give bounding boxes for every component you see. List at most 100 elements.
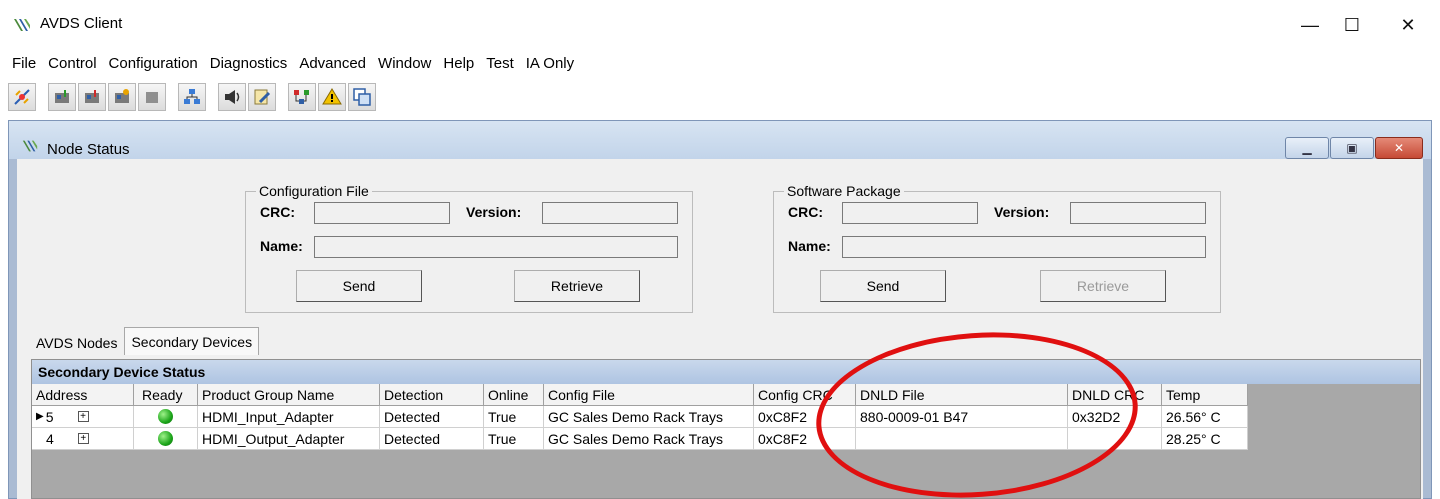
row-config-file: GC Sales Demo Rack Trays — [544, 428, 754, 450]
menu-bar: File Control Configuration Diagnostics A… — [0, 50, 1440, 76]
menu-advanced[interactable]: Advanced — [299, 55, 366, 72]
node-status-title-bar: Node Status ▁ ▣ ✕ — [9, 121, 1431, 159]
column-header-product-group-name[interactable]: Product Group Name — [198, 384, 380, 406]
row-address-cell: ▶ 5 + — [32, 406, 134, 428]
tab-secondary-devices[interactable]: Secondary Devices — [124, 327, 260, 355]
row-product-group: HDMI_Input_Adapter — [198, 406, 380, 428]
expand-icon[interactable]: + — [77, 411, 89, 422]
row-address: 5 — [45, 408, 54, 425]
network-icon — [184, 89, 200, 104]
software-retrieve-button[interactable]: Retrieve — [1040, 270, 1166, 302]
node-download-button[interactable] — [48, 83, 76, 111]
network-button[interactable] — [178, 83, 206, 111]
column-header-online[interactable]: Online — [484, 384, 544, 406]
row-ready-cell — [134, 428, 198, 450]
row-temp: 28.25° C — [1162, 428, 1248, 450]
edit-document-icon — [254, 89, 271, 105]
software-version-label: Version: — [994, 204, 1050, 220]
speaker-button[interactable] — [218, 83, 246, 111]
config-crc-field[interactable] — [314, 202, 450, 224]
menu-test[interactable]: Test — [486, 55, 514, 72]
mdi-controls: ▁ ▣ ✕ — [1285, 137, 1424, 159]
connect-icon — [14, 89, 30, 105]
edit-document-button[interactable] — [248, 83, 276, 111]
device-tree-button[interactable] — [288, 83, 316, 111]
node-download-icon — [55, 90, 69, 103]
software-name-field[interactable] — [842, 236, 1206, 258]
software-crc-label: CRC: — [788, 204, 823, 220]
warning-icon — [322, 88, 342, 105]
maximize-button[interactable]: ☐ — [1332, 8, 1372, 42]
window-copy-button[interactable] — [348, 83, 376, 111]
row-detection: Detected — [380, 428, 484, 450]
node-upload-icon — [85, 90, 99, 103]
title-bar: AVDS Client — ☐ ✕ — [0, 0, 1440, 50]
node-status-title: Node Status — [47, 141, 130, 158]
minimize-button[interactable]: — — [1290, 8, 1330, 42]
window-copy-icon — [353, 88, 371, 106]
software-send-button[interactable]: Send — [820, 270, 946, 302]
warning-button[interactable] — [318, 83, 346, 111]
config-name-label: Name: — [260, 238, 303, 254]
close-button[interactable]: ✕ — [1388, 8, 1428, 42]
column-header-ready[interactable]: Ready — [134, 384, 198, 406]
connect-button[interactable] — [8, 83, 36, 111]
column-header-detection[interactable]: Detection — [380, 384, 484, 406]
row-product-group: HDMI_Output_Adapter — [198, 428, 380, 450]
avds-logo-icon — [22, 140, 38, 152]
column-header-config-file[interactable]: Config File — [544, 384, 754, 406]
node-config-button[interactable] — [108, 83, 136, 111]
row-address-cell: 4 + — [32, 428, 134, 450]
menu-ia-only[interactable]: IA Only — [526, 55, 574, 72]
mdi-close-button[interactable]: ✕ — [1375, 137, 1423, 159]
menu-help[interactable]: Help — [443, 55, 474, 72]
config-version-field[interactable] — [542, 202, 678, 224]
column-header-temp[interactable]: Temp — [1162, 384, 1248, 406]
config-name-field[interactable] — [314, 236, 678, 258]
node-upload-button[interactable] — [78, 83, 106, 111]
config-version-label: Version: — [466, 204, 522, 220]
row-online: True — [484, 428, 544, 450]
column-header-address[interactable]: Address — [32, 384, 134, 406]
row-address: 4 — [46, 430, 54, 447]
ready-status-led-icon — [158, 431, 173, 446]
row-temp: 26.56° C — [1162, 406, 1248, 428]
avds-logo-icon — [14, 19, 30, 31]
software-package-legend: Software Package — [784, 183, 904, 199]
speaker-icon — [225, 90, 240, 104]
menu-configuration[interactable]: Configuration — [109, 55, 198, 72]
software-name-label: Name: — [788, 238, 831, 254]
ready-status-led-icon — [158, 409, 173, 424]
config-send-button[interactable]: Send — [296, 270, 422, 302]
node-disabled-button[interactable] — [138, 83, 166, 111]
menu-control[interactable]: Control — [48, 55, 96, 72]
configuration-file-legend: Configuration File — [256, 183, 372, 199]
config-crc-label: CRC: — [260, 204, 295, 220]
device-tree-icon — [294, 90, 309, 104]
node-status-client-area: Configuration File CRC: Version: Name: S… — [17, 159, 1423, 499]
mdi-minimize-button[interactable]: ▁ — [1285, 137, 1329, 159]
tab-strip: AVDS Nodes Secondary Devices — [29, 327, 260, 355]
row-detection: Detected — [380, 406, 484, 428]
node-config-icon — [115, 89, 129, 103]
software-version-field[interactable] — [1070, 202, 1206, 224]
software-crc-field[interactable] — [842, 202, 978, 224]
node-status-window: Node Status ▁ ▣ ✕ Configuration File CRC… — [8, 120, 1432, 499]
config-retrieve-button[interactable]: Retrieve — [514, 270, 640, 302]
menu-window[interactable]: Window — [378, 55, 431, 72]
node-disabled-icon — [146, 92, 158, 103]
tab-avds-nodes[interactable]: AVDS Nodes — [29, 331, 124, 355]
toolbar — [8, 80, 378, 114]
row-selector-icon: ▶ — [36, 411, 44, 422]
row-config-file: GC Sales Demo Rack Trays — [544, 406, 754, 428]
row-ready-cell — [134, 406, 198, 428]
expand-icon[interactable]: + — [77, 433, 89, 444]
grid-caption: Secondary Device Status — [32, 360, 1420, 384]
mdi-restore-button[interactable]: ▣ — [1330, 137, 1374, 159]
menu-file[interactable]: File — [12, 55, 36, 72]
menu-diagnostics[interactable]: Diagnostics — [210, 55, 288, 72]
row-online: True — [484, 406, 544, 428]
configuration-file-group: Configuration File CRC: Version: Name: S… — [245, 183, 693, 313]
secondary-device-grid: Secondary Device Status Address Ready Pr… — [31, 359, 1421, 499]
app-title: AVDS Client — [40, 15, 123, 32]
